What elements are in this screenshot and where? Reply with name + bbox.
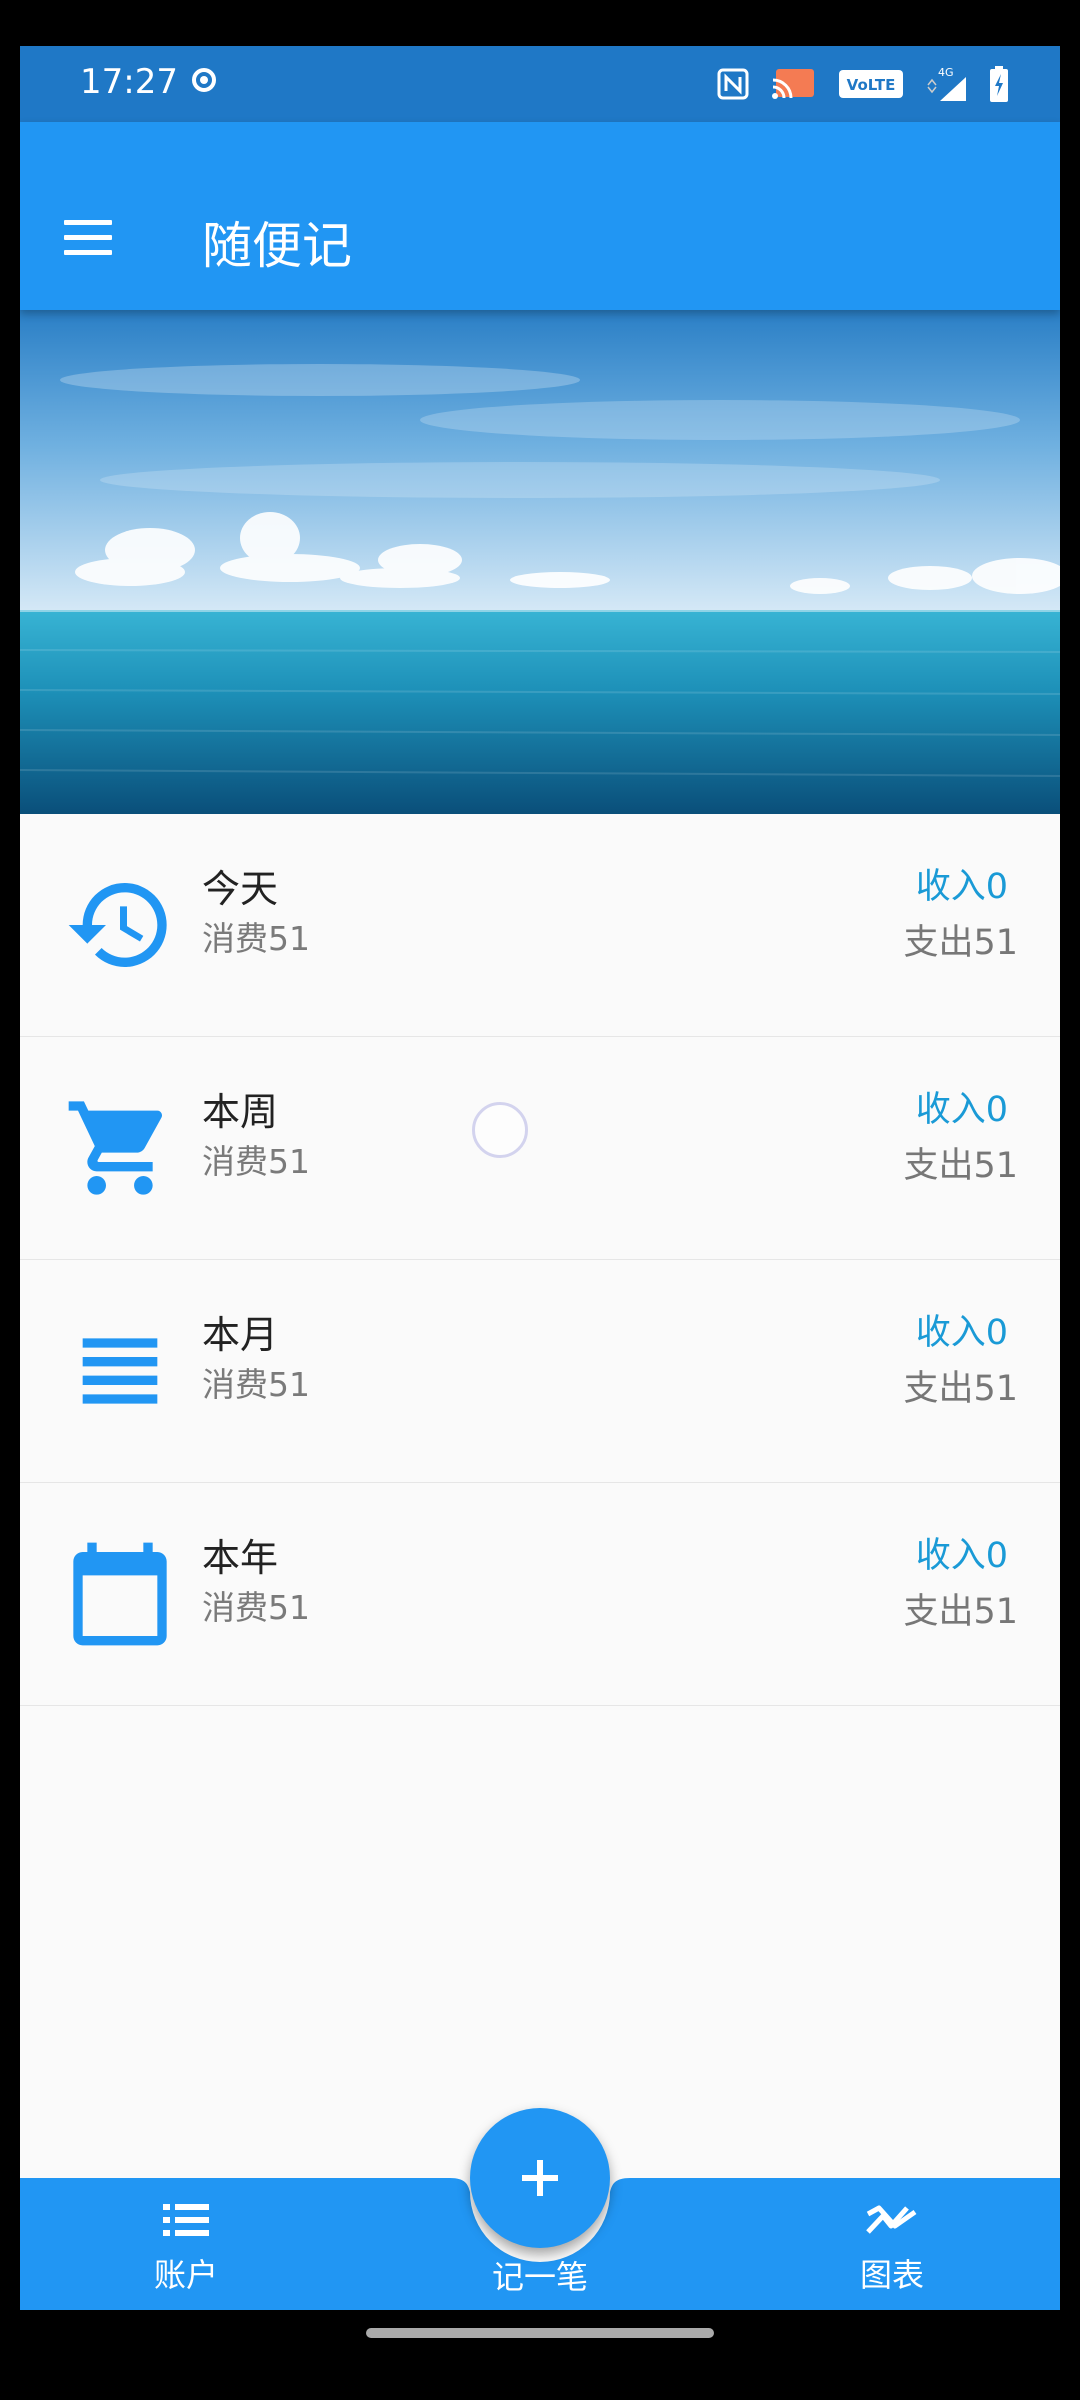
add-record-button[interactable] [470,2108,610,2248]
status-time: 17:27 [80,62,178,102]
nav-charts[interactable]: 图表 [792,2200,992,2296]
list-bullets-icon [163,2204,209,2236]
summary-title: 本周 [202,1090,279,1134]
volte-text: VoLTE [847,76,896,94]
summary-subtitle: 消费51 [202,1365,310,1404]
expense-value: 支出51 [903,1146,1018,1186]
sea-sky-banner-image [20,310,1060,814]
list-lines-icon [82,1338,158,1404]
summary-title: 今天 [202,867,279,911]
nav-add-label: 记一笔 [491,2258,588,2296]
volte-icon: VoLTE [839,70,903,98]
cart-icon [68,1101,163,1195]
nav-accounts[interactable]: 账户 [86,2200,286,2296]
touch-ripple-indicator [472,1102,528,1158]
trending-chart-icon [866,2205,917,2234]
plus-icon [522,2160,558,2196]
nfc-icon [717,68,749,100]
app-screen: 17:27 VoLTE 4G 随便记 今天 消费51 收入0 支出51 本周 消… [20,46,1060,2310]
summary-subtitle: 消费51 [202,1142,310,1181]
summary-title: 本年 [202,1536,279,1580]
summary-list: 今天 消费51 收入0 支出51 本周 消费51 收入0 支出51 本月 消费5… [20,814,1060,1706]
menu-icon[interactable] [64,220,112,256]
app-title: 随便记 [202,217,352,275]
status-icons: VoLTE 4G [716,64,1010,104]
income-value: 收入0 [915,1536,1008,1576]
summary-subtitle: 消费51 [202,919,310,958]
history-icon [68,883,167,968]
expense-value: 支出51 [903,923,1018,963]
summary-row-week[interactable]: 本周 消费51 收入0 支出51 [20,1037,1060,1260]
calendar-icon [73,1542,167,1646]
nav-accounts-label: 账户 [153,2256,218,2294]
app-bar: 随便记 [20,122,1060,310]
expense-value: 支出51 [903,1592,1018,1632]
summary-subtitle: 消费51 [202,1588,310,1627]
nav-add-record[interactable]: 记一笔 [440,2252,640,2298]
battery-charging-icon [990,66,1008,102]
status-bar: 17:27 VoLTE 4G [20,46,1060,122]
signal-4g-icon: 4G [927,66,966,101]
expense-value: 支出51 [903,1369,1018,1409]
nav-charts-label: 图表 [859,2256,924,2294]
cast-icon [772,69,814,99]
summary-title: 本月 [202,1313,279,1357]
recording-indicator-icon [192,68,216,92]
income-value: 收入0 [915,1090,1008,1130]
summary-row-month[interactable]: 本月 消费51 收入0 支出51 [20,1260,1060,1483]
summary-row-year[interactable]: 本年 消费51 收入0 支出51 [20,1483,1060,1706]
income-value: 收入0 [915,1313,1008,1353]
summary-row-today[interactable]: 今天 消费51 收入0 支出51 [20,814,1060,1037]
income-value: 收入0 [915,867,1008,907]
network-type-text: 4G [938,66,954,79]
home-indicator[interactable] [366,2328,714,2338]
